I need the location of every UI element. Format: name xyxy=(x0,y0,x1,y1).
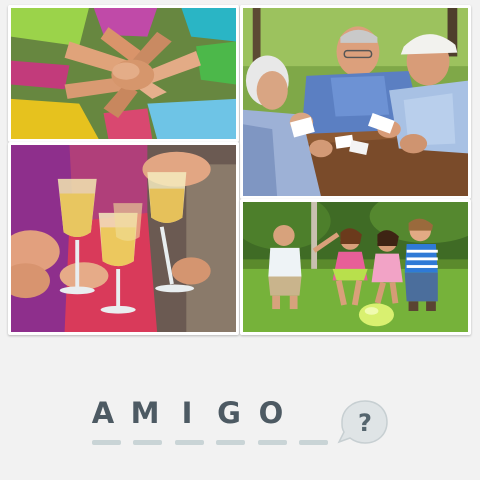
answer-slot-line xyxy=(216,440,246,445)
hint-button[interactable]: ? xyxy=(337,398,389,446)
answer-word: A M I G O xyxy=(88,396,328,430)
photo-champagne-toast xyxy=(8,142,239,335)
hands-stacked-icon xyxy=(11,8,236,139)
hint-symbol: ? xyxy=(358,409,372,437)
answer-slots xyxy=(92,440,328,445)
answer-letter-2[interactable]: M xyxy=(130,396,160,430)
photo-children-playing xyxy=(240,199,471,335)
answer-letter-5[interactable]: O xyxy=(256,396,286,430)
answer-slot-line xyxy=(257,440,287,445)
photo-elderly-card-players xyxy=(240,5,471,199)
children-playing-in-park-icon xyxy=(243,202,468,332)
answer-slot-line xyxy=(298,440,328,445)
answer-slot-line xyxy=(92,440,121,445)
answer-letter-3[interactable]: I xyxy=(172,396,202,430)
answer-slot-line xyxy=(133,440,163,445)
champagne-toast-icon xyxy=(11,145,236,332)
photo-hands-stacked xyxy=(8,5,239,142)
answer-letter-4[interactable]: G xyxy=(214,396,244,430)
answer-slot-line xyxy=(174,440,204,445)
elderly-men-playing-cards-icon xyxy=(243,8,468,196)
answer-letter-6[interactable] xyxy=(298,396,328,430)
question-mark-icon: ? xyxy=(337,400,388,444)
answer-letter-1[interactable]: A xyxy=(88,396,118,430)
